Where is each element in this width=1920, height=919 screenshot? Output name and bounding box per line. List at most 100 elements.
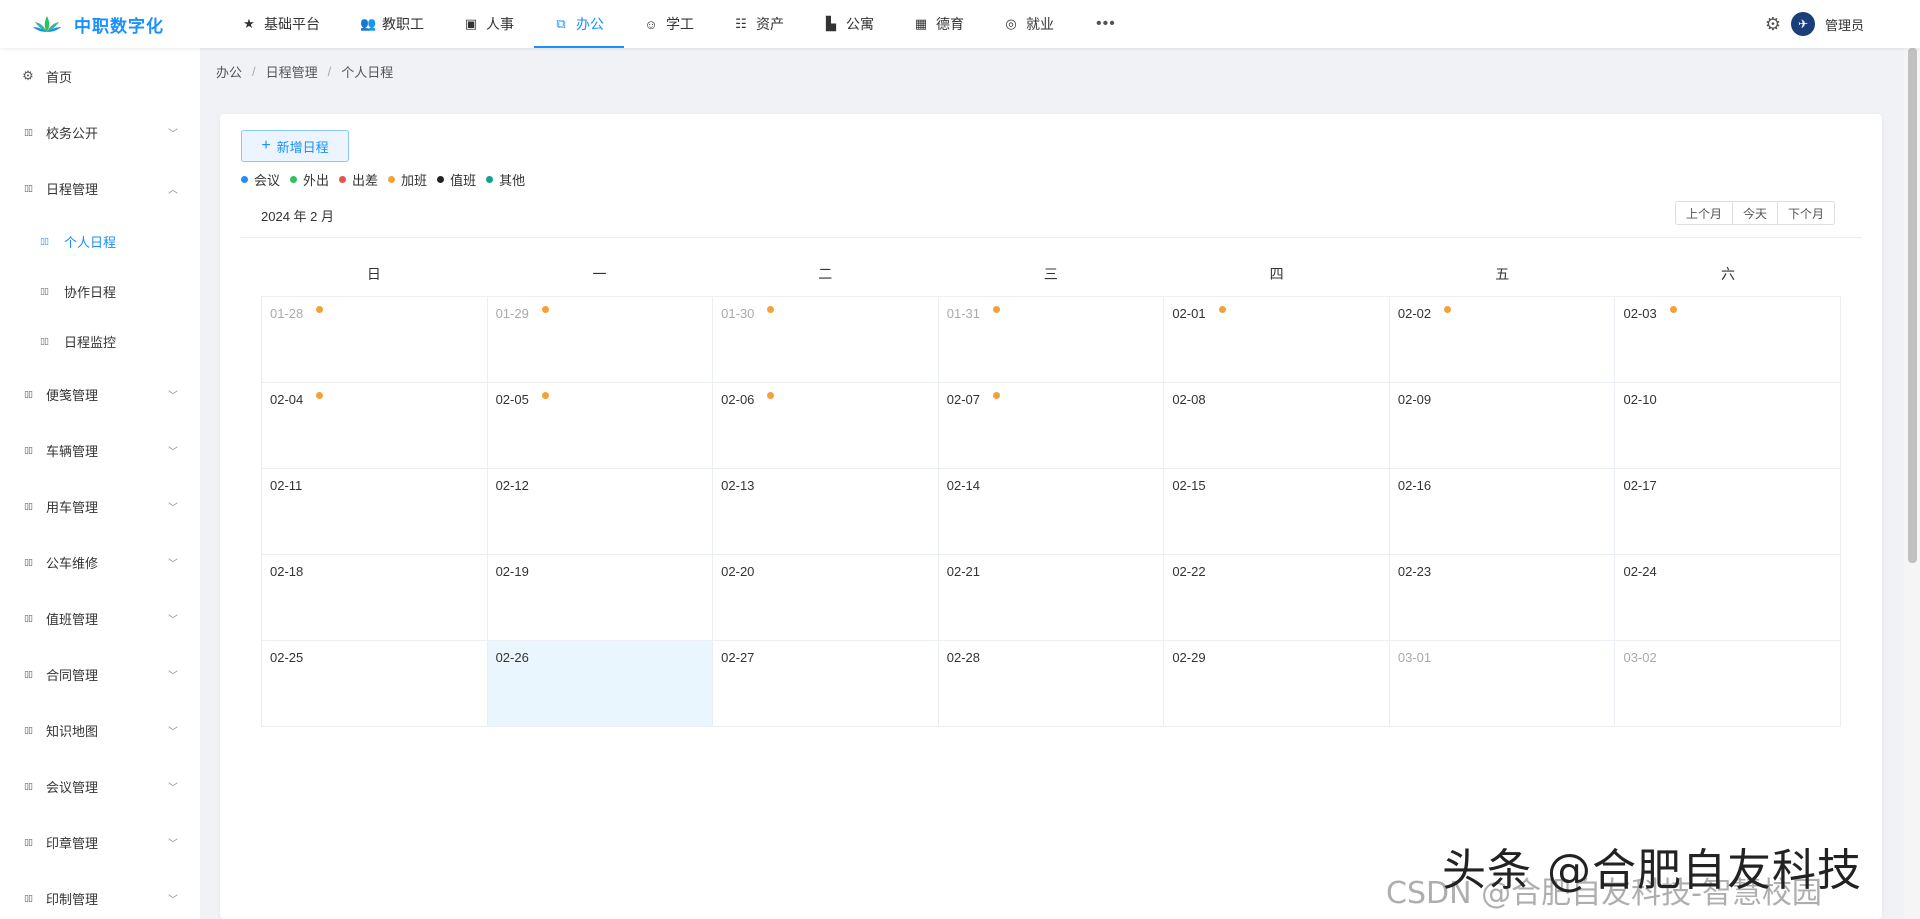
nav-item-1[interactable]: 👥 教职工: [340, 0, 444, 48]
calendar-day-date: 02-25: [270, 650, 304, 665]
calendar-day[interactable]: 02-07: [938, 383, 1165, 469]
scrollbar-thumb[interactable]: [1908, 48, 1917, 563]
sidebar-item-home[interactable]: ⚙ 首页: [0, 48, 200, 104]
page-scrollbar[interactable]: [1904, 48, 1920, 919]
sidebar-item-label: 校务公开: [46, 125, 99, 141]
breadcrumb-item[interactable]: 日程管理: [266, 62, 318, 81]
calendar-day[interactable]: 02-16: [1389, 469, 1616, 555]
calendar-day[interactable]: 02-14: [938, 469, 1165, 555]
sidebar-item-1[interactable]: ▯▯ 日程管理 ︿: [0, 160, 200, 216]
sidebar-item-11[interactable]: ▯▯ 印制管理 ﹀: [0, 870, 200, 919]
calendar-day[interactable]: 01-31: [938, 297, 1165, 383]
sidebar-subitem-0[interactable]: ▯▯ 个人日程: [0, 216, 200, 266]
month-calendar: 日 一 二 三 四 五 六 01-28 01-29 01-30 01-31 02-01 02-02 02…: [261, 252, 1842, 727]
calendar-day[interactable]: 02-04: [262, 383, 488, 469]
calendar-day-date: 02-26: [495, 650, 529, 665]
more-menu-icon[interactable]: •••: [1074, 0, 1138, 48]
nav-item-label: 公寓: [846, 16, 874, 32]
sidebar-item-label: 值班管理: [46, 611, 99, 627]
nav-item-6[interactable]: ▙ 公寓: [804, 0, 894, 48]
sidebar-item-4[interactable]: ▯▯ 用车管理 ﹀: [0, 478, 200, 534]
calendar-day[interactable]: 02-01: [1164, 297, 1390, 383]
calendar-day[interactable]: 02-29: [1164, 641, 1390, 727]
calendar-day[interactable]: 02-24: [1615, 555, 1842, 641]
calendar-week-row: 02-25 02-26 02-27 02-28 02-29 03-01 03-02: [262, 641, 1842, 727]
calendar-day[interactable]: 02-25: [262, 641, 488, 727]
add-schedule-label: 新增日程: [276, 139, 329, 155]
calendar-day[interactable]: 03-01: [1389, 641, 1616, 727]
sidebar-item-10[interactable]: ▯▯ 印章管理 ﹀: [0, 814, 200, 870]
sidebar-item-6[interactable]: ▯▯ 值班管理 ﹀: [0, 590, 200, 646]
event-dot-icon: [541, 306, 549, 313]
calendar-day[interactable]: 02-09: [1389, 383, 1616, 469]
calendar-day[interactable]: 02-28: [938, 641, 1165, 727]
calendar-day[interactable]: 02-19: [487, 555, 714, 641]
sidebar-item-9[interactable]: ▯▯ 会议管理 ﹀: [0, 758, 200, 814]
sidebar-subitem-1[interactable]: ▯▯ 协作日程: [0, 266, 200, 316]
chevron-down-icon: ﹀: [168, 446, 178, 458]
nav-item-label: 教职工: [382, 16, 424, 32]
users-icon: 👥: [360, 16, 377, 31]
nav-item-8[interactable]: ◎ 就业: [984, 0, 1074, 48]
calendar-day[interactable]: 02-03: [1615, 297, 1842, 383]
nav-item-label: 资产: [756, 16, 784, 32]
book-icon: ▯▯: [24, 836, 33, 847]
sidebar-item-8[interactable]: ▯▯ 知识地图 ﹀: [0, 702, 200, 758]
avatar[interactable]: ✈: [1790, 12, 1815, 36]
calendar-day[interactable]: 03-02: [1615, 641, 1842, 727]
calendar-day[interactable]: 02-21: [938, 555, 1165, 641]
calendar-day[interactable]: 02-10: [1615, 383, 1842, 469]
calendar-day[interactable]: 02-11: [262, 469, 488, 555]
image-icon: ▣: [464, 16, 478, 31]
calendar-day-today[interactable]: 02-26: [487, 641, 714, 727]
calendar-day[interactable]: 02-18: [262, 555, 488, 641]
sidebar-item-5[interactable]: ▯▯ 公车维修 ﹀: [0, 534, 200, 590]
nav-item-2[interactable]: ▣ 人事: [444, 0, 534, 48]
sidebar-item-7[interactable]: ▯▯ 合同管理 ﹀: [0, 646, 200, 702]
book-icon: ▯▯: [24, 724, 33, 735]
chevron-down-icon: ﹀: [168, 558, 178, 570]
calendar-day[interactable]: 02-17: [1615, 469, 1842, 555]
add-schedule-button[interactable]: + 新增日程: [241, 130, 349, 162]
sidebar-item-2[interactable]: ▯▯ 便笺管理 ﹀: [0, 366, 200, 422]
nav-item-7[interactable]: ▦ 德育: [894, 0, 984, 48]
calendar-day[interactable]: 02-02: [1389, 297, 1616, 383]
calendar-day[interactable]: 02-22: [1164, 555, 1390, 641]
settings-gear-icon[interactable]: ⚙: [1765, 14, 1781, 35]
next-month-button[interactable]: 下个月: [1778, 201, 1836, 225]
book-icon: ▯▯: [24, 388, 33, 399]
calendar-nav-buttons: 上个月 今天 下个月: [1675, 201, 1836, 225]
calendar-day[interactable]: 02-08: [1164, 383, 1390, 469]
calendar-day[interactable]: 02-20: [713, 555, 939, 641]
nav-item-4[interactable]: ☺ 学工: [624, 0, 714, 48]
sidebar-subitem-2[interactable]: ▯▯ 日程监控: [0, 316, 200, 366]
calendar-day-date: 02-06: [721, 392, 755, 407]
calendar-day[interactable]: 01-30: [713, 297, 939, 383]
nav-item-3[interactable]: ⧉ 办公: [534, 0, 624, 48]
calendar-day[interactable]: 02-13: [713, 469, 939, 555]
calendar-day[interactable]: 02-05: [487, 383, 714, 469]
nav-item-5[interactable]: ☷ 资产: [714, 0, 804, 48]
breadcrumb-item[interactable]: 办公: [216, 62, 242, 81]
calendar-day[interactable]: 02-15: [1164, 469, 1390, 555]
book-icon: ▯▯: [24, 612, 33, 623]
calendar-day[interactable]: 02-23: [1389, 555, 1616, 641]
calendar-day[interactable]: 02-12: [487, 469, 714, 555]
calendar-day[interactable]: 01-28: [262, 297, 488, 383]
sidebar-item-0[interactable]: ▯▯ 校务公开 ﹀: [0, 104, 200, 160]
user-name[interactable]: 管理员: [1825, 15, 1864, 34]
weekday-label: 一: [592, 266, 607, 282]
weekday-label: 四: [1269, 266, 1284, 282]
event-dot-icon: [1444, 306, 1452, 313]
prev-month-button[interactable]: 上个月: [1675, 201, 1734, 225]
sidebar-item-3[interactable]: ▯▯ 车辆管理 ﹀: [0, 422, 200, 478]
today-button[interactable]: 今天: [1733, 201, 1779, 225]
calendar-day[interactable]: 02-06: [713, 383, 939, 469]
weekday-label: 二: [818, 266, 833, 282]
nav-item-0[interactable]: ★ 基础平台: [222, 0, 340, 48]
calendar-day[interactable]: 02-27: [713, 641, 939, 727]
calendar-day[interactable]: 01-29: [487, 297, 714, 383]
brand[interactable]: 中职数字化: [0, 0, 200, 48]
calendar-day-date: 02-17: [1623, 478, 1657, 493]
calendar-day-date: 02-02: [1397, 306, 1432, 321]
